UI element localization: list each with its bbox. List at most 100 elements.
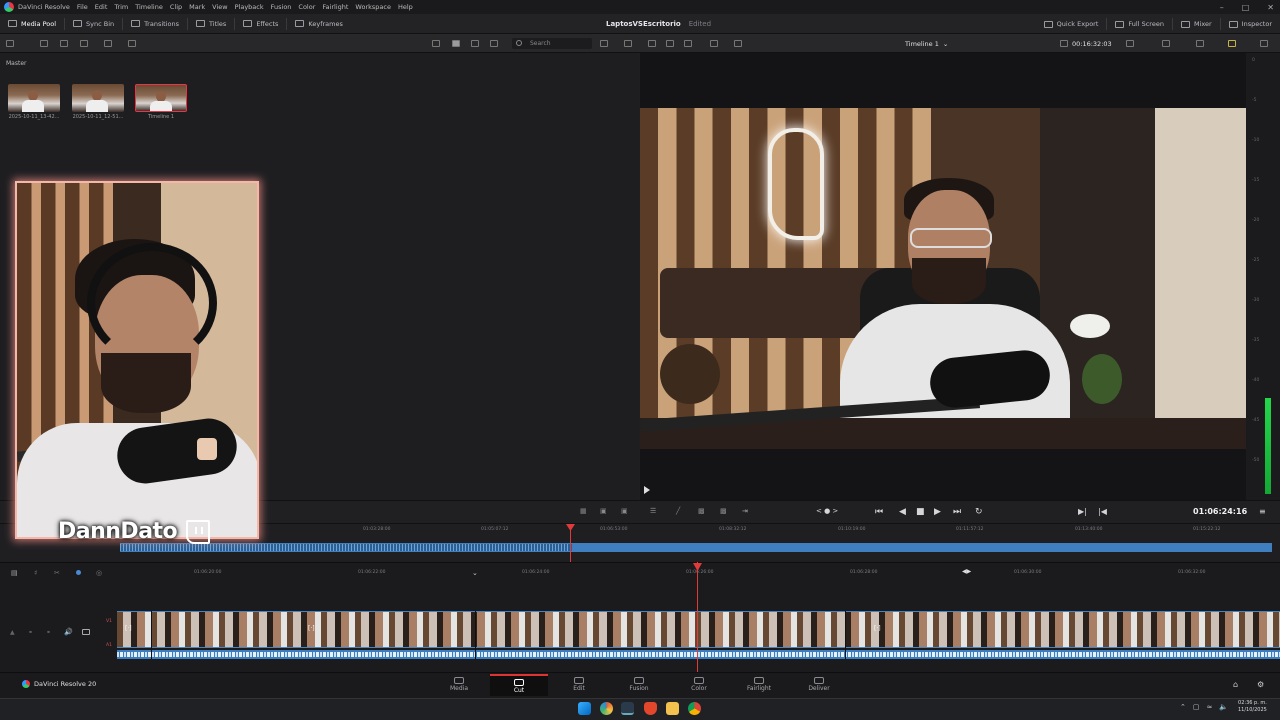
play-icon[interactable]: ▶	[934, 507, 941, 517]
settings-gear-icon[interactable]: ⚙	[1257, 680, 1264, 689]
stop-icon[interactable]: ■	[916, 507, 925, 517]
skip-back-icon[interactable]: ⏮	[875, 507, 883, 517]
insert-icon[interactable]: ▣	[600, 507, 607, 515]
import-media-icon[interactable]	[40, 40, 48, 47]
maximize-icon[interactable]: □	[1242, 3, 1250, 12]
menu-mark[interactable]: Mark	[189, 3, 205, 11]
timeline-view-icon[interactable]	[684, 40, 692, 47]
inspector-button[interactable]: Inspector	[1221, 14, 1280, 34]
place-on-top-icon[interactable]: ⇥	[742, 507, 748, 515]
volume-icon[interactable]: 🔈	[1219, 703, 1228, 711]
snap-icon[interactable]: ▦	[580, 507, 587, 515]
track-link-icon[interactable]: ⚭	[28, 629, 33, 636]
menu-icon[interactable]: ≡	[1259, 507, 1266, 516]
page-tab-edit[interactable]: Edit	[550, 674, 608, 696]
sync-icon[interactable]	[80, 40, 88, 47]
loop-icon[interactable]	[624, 40, 632, 47]
strip-clip[interactable]	[120, 543, 1272, 552]
home-icon[interactable]: ⌂	[1233, 680, 1238, 689]
quick-export-button[interactable]: Quick Export	[1036, 14, 1107, 34]
razor-icon[interactable]: ✂	[54, 569, 60, 577]
append-icon[interactable]: ▣	[621, 507, 628, 515]
view-grid-icon[interactable]	[452, 40, 460, 47]
keyframes-button[interactable]: Keyframes	[287, 14, 350, 34]
search-input[interactable]: Search	[512, 38, 592, 49]
transition-marker-icon[interactable]: [·]	[125, 625, 132, 632]
color-icon[interactable]	[1228, 40, 1236, 47]
marker-icon[interactable]	[76, 570, 81, 575]
mark-in-icon[interactable]: ▶|	[1078, 507, 1087, 516]
loop-playback-icon[interactable]: ↻	[975, 507, 983, 517]
output-icon[interactable]	[1162, 40, 1170, 47]
brave-icon[interactable]	[644, 702, 657, 715]
panel-toggle-icon[interactable]	[6, 40, 14, 47]
bin-label[interactable]: Master	[6, 60, 27, 67]
monitor-icon[interactable]	[1126, 40, 1134, 47]
refresh-icon[interactable]	[104, 40, 112, 47]
titles-button[interactable]: Titles	[188, 14, 234, 34]
menu-edit[interactable]: Edit	[95, 3, 108, 11]
menu-workspace[interactable]: Workspace	[355, 3, 391, 11]
track-lock-icon[interactable]: ▲	[10, 629, 15, 636]
audio-track-icon[interactable]: ♯	[34, 569, 37, 577]
timeline-options-icon[interactable]: ▤	[11, 569, 18, 577]
menu-file[interactable]: File	[77, 3, 88, 11]
media-clip[interactable]: 2025-10-11_13-42...	[8, 84, 60, 120]
timeline-clip[interactable]: Timeline 1	[135, 84, 187, 120]
transition-marker-icon[interactable]: [·]	[308, 625, 315, 632]
link-icon[interactable]	[128, 40, 136, 47]
media-pool-button[interactable]: Media Pool	[0, 14, 64, 34]
menu-fairlight[interactable]: Fairlight	[322, 3, 348, 11]
page-tab-cut[interactable]: Cut	[490, 674, 548, 696]
start-icon[interactable]	[578, 702, 591, 715]
play-reverse-icon[interactable]: ◀	[899, 507, 906, 517]
source-tape-icon[interactable]	[666, 40, 674, 47]
audio-clip[interactable]	[117, 650, 1280, 659]
page-tab-color[interactable]: Color	[670, 674, 728, 696]
trim-handle-icon[interactable]: ◀▶	[962, 568, 971, 575]
edit-point[interactable]	[845, 611, 846, 659]
timeline-selector[interactable]: Timeline 1 ⌄	[905, 37, 948, 50]
blade-icon[interactable]: ╱	[676, 507, 680, 515]
chevron-down-icon[interactable]: ⌄	[472, 569, 478, 577]
track-view-icon[interactable]	[82, 629, 90, 635]
page-tab-fairlight[interactable]: Fairlight	[730, 674, 788, 696]
overwrite-icon[interactable]: ▩	[698, 507, 705, 515]
menu-playback[interactable]: Playback	[235, 3, 264, 11]
menu-trim[interactable]: Trim	[114, 3, 128, 11]
replace-icon[interactable]: ▩	[720, 507, 727, 515]
page-tab-media[interactable]: Media	[430, 674, 488, 696]
copilot-icon[interactable]	[600, 702, 613, 715]
resolve-task-icon[interactable]	[621, 702, 634, 715]
menu-color[interactable]: Color	[298, 3, 315, 11]
timeline-playhead[interactable]	[697, 562, 698, 672]
transitions-button[interactable]: Transitions	[123, 14, 187, 34]
jog-icon[interactable]: < ● >	[816, 507, 838, 515]
trim-icon[interactable]: ☰	[650, 507, 656, 515]
close-up-icon[interactable]	[734, 40, 742, 47]
top-timecode[interactable]: 00:16:32:03	[1060, 37, 1112, 50]
view-strip-icon[interactable]	[432, 40, 440, 47]
more-icon[interactable]	[1260, 40, 1268, 47]
mark-out-icon[interactable]: |◀	[1098, 507, 1107, 516]
split-view-icon[interactable]	[710, 40, 718, 47]
edit-point[interactable]	[151, 611, 152, 659]
viewer-frame[interactable]	[640, 108, 1246, 449]
page-tab-deliver[interactable]: Deliver	[790, 674, 848, 696]
display-icon[interactable]: ▢	[1193, 703, 1200, 711]
mixer-button[interactable]: Mixer	[1173, 14, 1220, 34]
chrome-icon[interactable]	[688, 702, 701, 715]
speaker-icon[interactable]: 🔊	[64, 628, 73, 636]
sync-bin-button[interactable]: Sync Bin	[65, 14, 122, 34]
view-thumb-icon[interactable]	[471, 40, 479, 47]
headphones-icon[interactable]: ⚭	[46, 629, 51, 636]
taskbar-clock[interactable]: 02:36 p. m. 11/10/2025	[1238, 700, 1267, 714]
transition-marker-icon[interactable]: [·]	[874, 625, 881, 632]
menu-timeline[interactable]: Timeline	[135, 3, 163, 11]
menu-help[interactable]: Help	[398, 3, 413, 11]
close-icon[interactable]: ✕	[1267, 3, 1274, 12]
media-clip[interactable]: 2025-10-11_12-51...	[72, 84, 124, 120]
skip-forward-icon[interactable]: ⏭	[953, 507, 961, 517]
view-list-icon[interactable]	[490, 40, 498, 47]
zoom-fit-icon[interactable]	[1196, 40, 1204, 47]
